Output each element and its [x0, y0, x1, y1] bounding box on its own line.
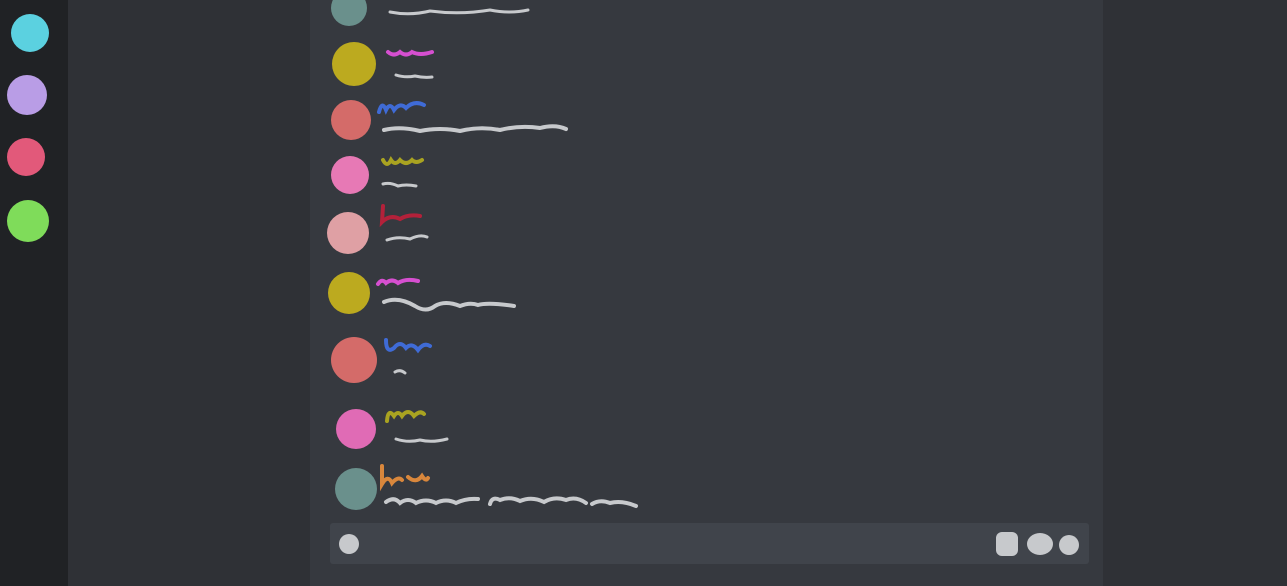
username[interactable]	[377, 101, 426, 115]
avatar[interactable]	[332, 42, 376, 86]
username[interactable]	[384, 338, 432, 354]
username[interactable]	[381, 156, 424, 166]
message-text	[382, 124, 568, 134]
username[interactable]	[376, 277, 420, 286]
avatar[interactable]	[335, 468, 377, 510]
message	[331, 156, 424, 194]
message	[331, 337, 432, 383]
server-icon-4[interactable]	[7, 200, 49, 242]
server-icon-2[interactable]	[7, 75, 47, 115]
channel-sidebar	[68, 0, 310, 586]
message	[332, 42, 434, 86]
message	[331, 0, 530, 26]
attach-icon[interactable]	[339, 534, 359, 554]
server-list	[7, 14, 49, 242]
message-list	[327, 0, 638, 510]
message-text	[385, 234, 429, 242]
message	[328, 272, 516, 314]
avatar[interactable]	[331, 0, 367, 26]
member-sidebar	[1103, 0, 1287, 586]
username[interactable]	[385, 410, 426, 423]
message-text	[394, 437, 449, 443]
server-icon-3[interactable]	[7, 138, 45, 176]
username[interactable]	[379, 204, 422, 228]
message-text	[388, 8, 530, 16]
message-text	[393, 369, 407, 375]
gift-icon[interactable]	[996, 532, 1018, 556]
message-composer[interactable]	[330, 523, 1089, 564]
composer-controls	[339, 532, 1079, 556]
server-rail	[0, 0, 68, 586]
message-text	[394, 73, 434, 79]
username[interactable]	[380, 464, 430, 492]
message	[331, 100, 568, 140]
message-text	[381, 181, 418, 188]
message	[336, 409, 449, 449]
message	[327, 204, 429, 254]
username[interactable]	[386, 49, 434, 57]
emoji-icon[interactable]	[1059, 535, 1079, 555]
message-text	[382, 297, 516, 312]
message	[335, 464, 638, 510]
server-icon-1[interactable]	[11, 14, 49, 52]
avatar[interactable]	[327, 212, 369, 254]
message-text	[384, 496, 638, 508]
avatar[interactable]	[331, 156, 369, 194]
avatar[interactable]	[331, 100, 371, 140]
chat-area	[310, 0, 1103, 586]
avatar[interactable]	[328, 272, 370, 314]
avatar[interactable]	[331, 337, 377, 383]
gif-icon[interactable]	[1027, 533, 1053, 555]
avatar[interactable]	[336, 409, 376, 449]
